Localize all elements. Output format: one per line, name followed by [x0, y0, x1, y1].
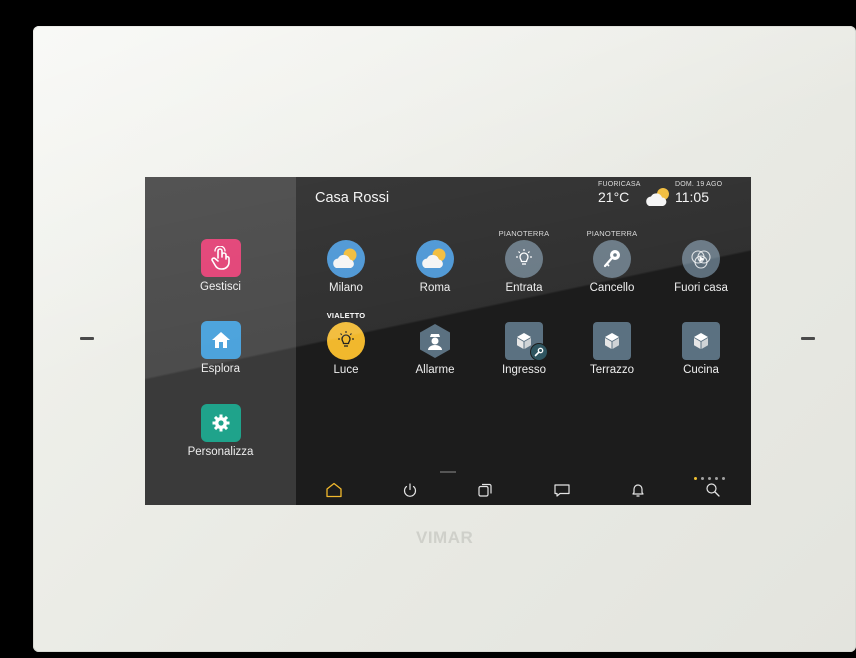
nav-home-button[interactable]	[319, 479, 349, 501]
tile-label: Allarme	[415, 364, 455, 376]
tile-cancello[interactable]: PIANOTERRA Cancello	[572, 229, 652, 294]
gear-icon	[200, 404, 241, 442]
sidebar: Gestisci Esplora Personalizza	[145, 177, 296, 505]
pages-icon	[478, 483, 492, 497]
sidebar-item-esplora[interactable]: Esplora	[145, 321, 296, 375]
touch-screen: Gestisci Esplora Personalizza Casa Rossi…	[145, 177, 751, 505]
tile-terrazzo[interactable]: Terrazzo	[572, 311, 652, 376]
tile-label: Entrata	[505, 282, 543, 294]
tile-caption	[395, 229, 475, 239]
tile-ingresso[interactable]: Ingresso	[484, 311, 564, 376]
tile-label: Roma	[419, 282, 451, 294]
tile-caption	[306, 229, 386, 239]
tile-caption: VIALETTO	[326, 311, 366, 320]
partly-cloudy-icon	[415, 239, 455, 279]
partly-cloudy-icon	[326, 239, 366, 279]
drawer-handle[interactable]	[440, 471, 456, 473]
tile-entrata[interactable]: PIANOTERRA Entrata	[484, 229, 564, 294]
home-icon	[200, 321, 241, 359]
alarm-guard-icon	[415, 321, 455, 361]
weather-temperature: 21°C	[598, 189, 630, 205]
sidebar-item-label: Gestisci	[200, 281, 241, 293]
right-led-indicator	[801, 337, 815, 340]
tile-label: Luce	[333, 364, 359, 376]
light-bulb-on-icon	[326, 321, 366, 361]
tile-caption	[661, 311, 741, 321]
tile-roma[interactable]: Roma	[395, 229, 475, 294]
partly-cloudy-icon	[645, 186, 673, 213]
tile-caption: PIANOTERRA	[498, 229, 550, 238]
tile-label: Cancello	[589, 282, 635, 294]
tile-caption	[661, 229, 741, 239]
tile-luce[interactable]: VIALETTO Luce	[306, 311, 386, 376]
search-icon	[706, 483, 720, 497]
weather-widget[interactable]: FUORICASA 21°C	[598, 181, 641, 205]
tile-caption	[572, 311, 652, 321]
gate-key-icon	[592, 239, 632, 279]
tile-allarme[interactable]: Allarme	[395, 311, 475, 376]
hand-touch-icon	[200, 239, 241, 277]
page-dot-active[interactable]	[694, 477, 697, 480]
date-label: DOM. 19 AGO	[675, 181, 723, 188]
message-icon	[554, 484, 570, 497]
sidebar-item-label: Personalizza	[187, 446, 254, 458]
scenario-play-icon	[681, 239, 721, 279]
tile-cucina[interactable]: Cucina	[661, 311, 741, 376]
power-icon	[403, 483, 417, 497]
bell-icon	[632, 484, 644, 497]
tile-label: Terrazzo	[589, 364, 635, 376]
nav-pages-button[interactable]	[470, 479, 500, 501]
weather-location: FUORICASA	[598, 181, 641, 188]
left-led-indicator	[80, 337, 94, 340]
brand-logo: VIMAR	[416, 528, 474, 547]
nav-messages-button[interactable]	[547, 479, 577, 501]
tile-label: Ingresso	[501, 364, 547, 376]
home-title: Casa Rossi	[315, 190, 390, 206]
nav-notifications-button[interactable]	[623, 479, 653, 501]
nav-power-button[interactable]	[395, 479, 425, 501]
room-cube-icon	[592, 321, 632, 361]
tile-label: Fuori casa	[674, 282, 728, 294]
sidebar-item-gestisci[interactable]: Gestisci	[145, 239, 296, 293]
date-time-widget: DOM. 19 AGO 11:05	[675, 181, 722, 205]
tile-caption	[484, 311, 564, 321]
room-cube-icon	[681, 321, 721, 361]
tile-label: Milano	[329, 282, 363, 294]
nav-search-button[interactable]	[698, 479, 728, 501]
tile-caption: PIANOTERRA	[586, 229, 638, 238]
room-cube-settings-icon	[504, 321, 548, 361]
tile-label: Cucina	[683, 364, 719, 376]
home-icon	[326, 482, 342, 498]
sidebar-item-label: Esplora	[201, 363, 240, 375]
tile-caption	[395, 311, 475, 321]
clock-time: 11:05	[675, 189, 709, 205]
light-bulb-icon	[504, 239, 544, 279]
sidebar-item-personalizza[interactable]: Personalizza	[145, 404, 296, 458]
wrench-icon	[530, 343, 548, 361]
tile-fuori-casa[interactable]: Fuori casa	[661, 229, 741, 294]
tile-milano[interactable]: Milano	[306, 229, 386, 294]
